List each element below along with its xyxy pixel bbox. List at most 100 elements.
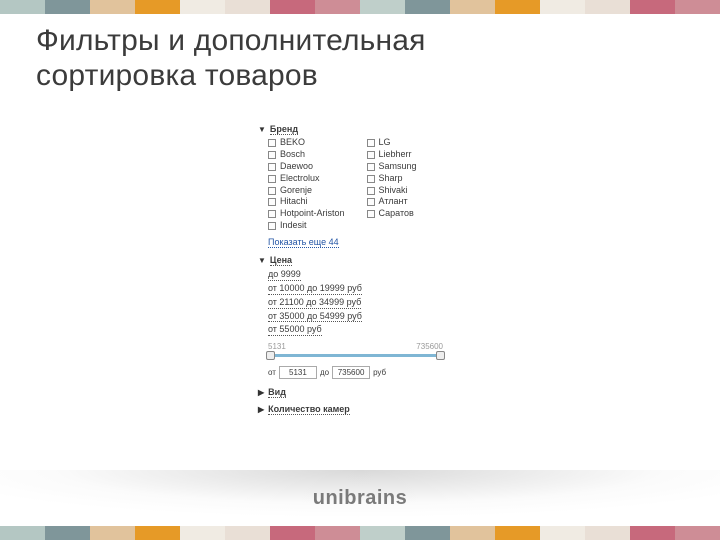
stripe bbox=[450, 526, 495, 540]
chevron-right-icon: ▶ bbox=[258, 388, 264, 397]
price-range-link[interactable]: от 10000 до 19999 руб bbox=[268, 283, 362, 295]
slider-max-label: 735600 bbox=[416, 342, 443, 351]
checkbox-icon[interactable] bbox=[367, 163, 375, 171]
brand-option[interactable]: LG bbox=[367, 138, 417, 148]
stripe bbox=[90, 0, 135, 14]
price-range-link[interactable]: от 55000 руб bbox=[268, 324, 322, 336]
brand-option-label: Liebherr bbox=[379, 150, 412, 160]
stripe bbox=[405, 0, 450, 14]
filter-section-cameras-header[interactable]: ▶ Количество камер bbox=[258, 404, 453, 415]
brand-option[interactable]: Hitachi bbox=[268, 197, 345, 207]
filter-section-type-header[interactable]: ▶ Вид bbox=[258, 387, 453, 398]
brand-option[interactable]: Shivaki bbox=[367, 186, 417, 196]
brand-show-more-label: Показать еще 44 bbox=[268, 237, 339, 248]
stripe bbox=[585, 526, 630, 540]
stripe bbox=[135, 526, 180, 540]
stripe bbox=[540, 0, 585, 14]
page-title: Фильтры и дополнительная сортировка това… bbox=[36, 24, 426, 93]
stripe bbox=[225, 0, 270, 14]
chevron-down-icon: ▼ bbox=[258, 256, 266, 265]
slider-handle-right[interactable] bbox=[436, 351, 445, 360]
checkbox-icon[interactable] bbox=[367, 210, 375, 218]
brand-option-label: Hotpoint-Ariston bbox=[280, 209, 345, 219]
brand-option[interactable]: Samsung bbox=[367, 162, 417, 172]
chevron-down-icon: ▼ bbox=[258, 125, 266, 134]
brand-option-label: Атлант bbox=[379, 197, 408, 207]
checkbox-icon[interactable] bbox=[268, 222, 276, 230]
top-stripe-bar bbox=[0, 0, 720, 14]
checkbox-icon[interactable] bbox=[367, 198, 375, 206]
stripe bbox=[360, 0, 405, 14]
title-line-2: сортировка товаров bbox=[36, 59, 318, 92]
checkbox-icon[interactable] bbox=[367, 139, 375, 147]
stripe bbox=[180, 0, 225, 14]
price-from-input[interactable]: 5131 bbox=[279, 366, 317, 379]
price-range-link[interactable]: от 21100 до 34999 руб bbox=[268, 297, 361, 309]
stripe bbox=[315, 0, 360, 14]
price-slider[interactable]: 5131 735600 bbox=[268, 342, 443, 362]
checkbox-icon[interactable] bbox=[268, 187, 276, 195]
price-to-input[interactable]: 735600 bbox=[332, 366, 370, 379]
price-range-link[interactable]: до 9999 bbox=[268, 269, 301, 281]
brand-option[interactable]: Hotpoint-Ariston bbox=[268, 209, 345, 219]
brand-show-more[interactable]: Показать еще 44 bbox=[268, 237, 453, 247]
bottom-stripe-bar bbox=[0, 526, 720, 540]
brand-option[interactable]: Атлант bbox=[367, 197, 417, 207]
brand-option[interactable]: BEKO bbox=[268, 138, 345, 148]
slider-handle-left[interactable] bbox=[266, 351, 275, 360]
brand-col-2: LG Liebherr Samsung Sharp ShivakiАтлант Сарат… bbox=[367, 138, 417, 231]
brand-option-label: Samsung bbox=[379, 162, 417, 172]
brand-col-1: BEKO Bosch Daewoo Electrolux GorenjeHitachi H… bbox=[268, 138, 345, 231]
stripe bbox=[0, 526, 45, 540]
stripe bbox=[180, 526, 225, 540]
checkbox-icon[interactable] bbox=[268, 198, 276, 206]
brand-option[interactable]: Daewoo bbox=[268, 162, 345, 172]
stripe bbox=[360, 526, 405, 540]
price-range-link[interactable]: от 35000 до 54999 руб bbox=[268, 311, 362, 323]
brand-option[interactable]: Bosch bbox=[268, 150, 345, 160]
checkbox-icon[interactable] bbox=[268, 151, 276, 159]
brand-option[interactable]: Indesit bbox=[268, 221, 345, 231]
price-range-inputs: от 5131 до 735600 руб bbox=[268, 366, 443, 379]
brand-option[interactable]: Liebherr bbox=[367, 150, 417, 160]
stripe bbox=[45, 0, 90, 14]
stripe bbox=[630, 526, 675, 540]
stripe bbox=[270, 0, 315, 14]
stripe bbox=[450, 0, 495, 14]
stripe bbox=[90, 526, 135, 540]
brand-option-label: BEKO bbox=[280, 138, 305, 148]
brand-option[interactable]: Electrolux bbox=[268, 174, 345, 184]
stripe bbox=[675, 526, 720, 540]
stripe bbox=[225, 526, 270, 540]
footer-band: unibrains bbox=[0, 470, 720, 526]
brand-option-label: Bosch bbox=[280, 150, 305, 160]
slider-min-label: 5131 bbox=[268, 342, 286, 351]
brand-option[interactable]: Sharp bbox=[367, 174, 417, 184]
filter-section-brand-header[interactable]: ▼ Бренд bbox=[258, 124, 453, 135]
brand-option-label: Daewoo bbox=[280, 162, 313, 172]
checkbox-icon[interactable] bbox=[367, 187, 375, 195]
checkbox-icon[interactable] bbox=[268, 210, 276, 218]
checkbox-icon[interactable] bbox=[367, 175, 375, 183]
filter-section-price-header[interactable]: ▼ Цена bbox=[258, 255, 453, 266]
brand-option-label: Gorenje bbox=[280, 186, 312, 196]
stripe bbox=[45, 526, 90, 540]
stripe bbox=[585, 0, 630, 14]
stripe bbox=[495, 526, 540, 540]
price-range-list: до 9999 от 10000 до 19999 руб от 21100 до … bbox=[268, 269, 453, 336]
price-to-label: до bbox=[320, 368, 329, 377]
brand-option[interactable]: Саратов bbox=[367, 209, 417, 219]
price-header-label: Цена bbox=[270, 255, 292, 266]
stripe bbox=[675, 0, 720, 14]
checkbox-icon[interactable] bbox=[268, 175, 276, 183]
brand-option-label: LG bbox=[379, 138, 391, 148]
brand-header-label: Бренд bbox=[270, 124, 298, 135]
filters-panel: ▼ Бренд BEKO Bosch Daewoo Electrolux Gorenje… bbox=[258, 120, 453, 418]
brand-option[interactable]: Gorenje bbox=[268, 186, 345, 196]
stripe bbox=[270, 526, 315, 540]
checkbox-icon[interactable] bbox=[268, 139, 276, 147]
brand-option-label: Indesit bbox=[280, 221, 307, 231]
checkbox-icon[interactable] bbox=[268, 163, 276, 171]
slider-track bbox=[268, 354, 443, 357]
checkbox-icon[interactable] bbox=[367, 151, 375, 159]
